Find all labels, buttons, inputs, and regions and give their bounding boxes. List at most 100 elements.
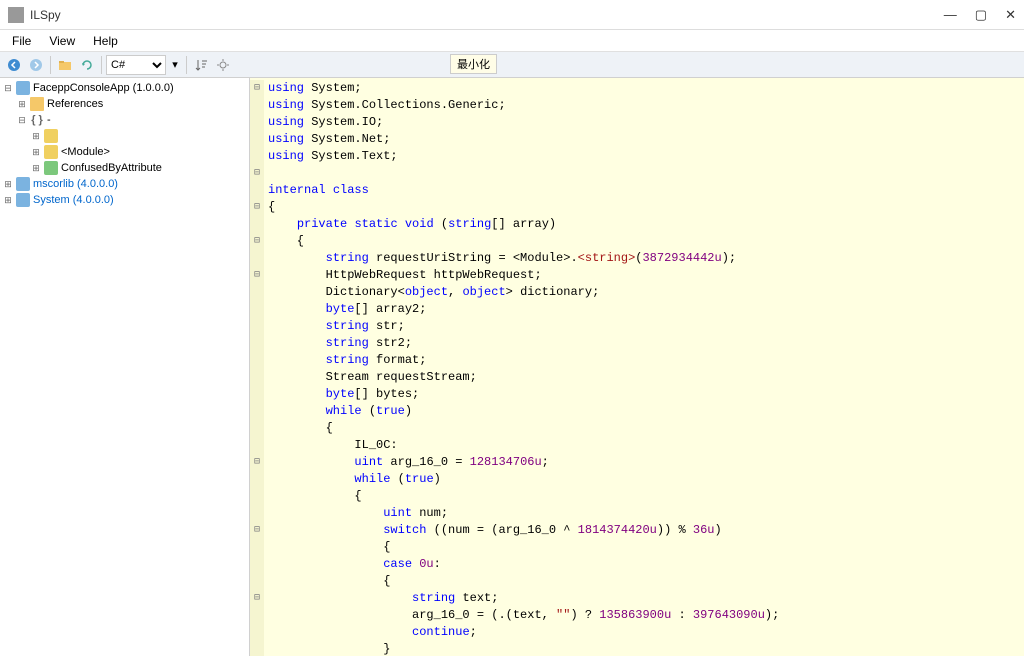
tooltip-minimize: 最小化 [450, 54, 497, 74]
fold-toggle[interactable]: ⊟ [250, 233, 264, 250]
toolbar-separator [50, 56, 51, 74]
fold-toggle [250, 437, 264, 454]
code-line: internal class [264, 182, 1024, 199]
code-line: { [264, 539, 1024, 556]
fold-toggle[interactable]: ⊟ [250, 267, 264, 284]
tree-toggle-icon[interactable]: ⊞ [30, 130, 42, 142]
fold-toggle [250, 114, 264, 131]
code-line: using System.Net; [264, 131, 1024, 148]
menubar: File View Help [0, 30, 1024, 52]
tree-toggle-icon[interactable]: ⊞ [2, 178, 14, 190]
fold-toggle [250, 216, 264, 233]
code-line: { [264, 199, 1024, 216]
toolbar-separator [101, 56, 102, 74]
code-line: string format; [264, 352, 1024, 369]
code-line: using System; [264, 80, 1024, 97]
tree-item-label: - [47, 114, 51, 126]
tree-item-label: FaceppConsoleApp (1.0.0.0) [33, 82, 174, 94]
code-line: string str2; [264, 335, 1024, 352]
menu-view[interactable]: View [41, 32, 83, 50]
tree-item[interactable]: ⊟ FaceppConsoleApp (1.0.0.0) [0, 80, 249, 96]
tree-item-label: <Module> [61, 146, 110, 158]
code-line: Dictionary<object, object> dictionary; [264, 284, 1024, 301]
fold-toggle [250, 335, 264, 352]
tree-item-label: ConfusedByAttribute [61, 162, 162, 174]
forward-button[interactable] [26, 55, 46, 75]
language-select[interactable]: C# [106, 55, 166, 75]
minimize-button[interactable]: — [944, 7, 957, 23]
app-title: ILSpy [30, 8, 944, 22]
tree-item[interactable]: ⊞ <Module> [0, 144, 249, 160]
code-line: string requestUriString = <Module>.<stri… [264, 250, 1024, 267]
code-line: private static void (string[] array) [264, 216, 1024, 233]
code-line: switch ((num = (arg_16_0 ^ 1814374420u))… [264, 522, 1024, 539]
sort-button[interactable] [191, 55, 211, 75]
code-line: while (true) [264, 471, 1024, 488]
fold-toggle[interactable]: ⊟ [250, 454, 264, 471]
greenbox-icon [44, 161, 58, 175]
fold-toggle [250, 488, 264, 505]
code-line: { [264, 488, 1024, 505]
code-line: byte[] bytes; [264, 386, 1024, 403]
menu-file[interactable]: File [4, 32, 39, 50]
code-line: { [264, 573, 1024, 590]
code-line: byte[] array2; [264, 301, 1024, 318]
fold-toggle [250, 318, 264, 335]
fold-toggle[interactable]: ⊟ [250, 522, 264, 539]
toolbar: C# ▾ 最小化 [0, 52, 1024, 78]
titlebar: ILSpy — ▢ ✕ [0, 0, 1024, 30]
code-line [264, 165, 1024, 182]
tree-item[interactable]: ⊞ ConfusedByAttribute [0, 160, 249, 176]
fold-toggle [250, 471, 264, 488]
tree-toggle-icon[interactable]: ⊞ [2, 194, 14, 206]
tree-item[interactable]: ⊞ [0, 128, 249, 144]
fold-toggle [250, 131, 264, 148]
assembly-icon [16, 193, 30, 207]
toolbar-separator [186, 56, 187, 74]
code-view[interactable]: ⊟⊟⊟⊟⊟⊟⊟⊟ using System;using System.Colle… [250, 78, 1024, 656]
code-line: Stream requestStream; [264, 369, 1024, 386]
code-line: uint arg_16_0 = 128134706u; [264, 454, 1024, 471]
tree-item[interactable]: ⊞ System (4.0.0.0) [0, 192, 249, 208]
app-icon [8, 7, 24, 23]
dropdown-icon[interactable]: ▾ [168, 55, 182, 75]
folder-icon [30, 97, 44, 111]
maximize-button[interactable]: ▢ [975, 7, 987, 23]
fold-toggle [250, 182, 264, 199]
fold-toggle [250, 641, 264, 656]
code-line: while (true) [264, 403, 1024, 420]
fold-toggle [250, 420, 264, 437]
tree-toggle-icon[interactable]: ⊞ [30, 162, 42, 174]
tree-toggle-icon[interactable]: ⊟ [2, 82, 14, 94]
code-line: using System.IO; [264, 114, 1024, 131]
fold-toggle [250, 250, 264, 267]
fold-toggle[interactable]: ⊟ [250, 165, 264, 182]
tree-item-label: System (4.0.0.0) [33, 194, 114, 206]
window-controls: — ▢ ✕ [944, 7, 1016, 23]
fold-toggle [250, 403, 264, 420]
open-button[interactable] [55, 55, 75, 75]
tree-toggle-icon[interactable]: ⊞ [16, 98, 28, 110]
code-line: { [264, 233, 1024, 250]
fold-toggle [250, 505, 264, 522]
code-line: uint num; [264, 505, 1024, 522]
tree-toggle-icon[interactable]: ⊞ [30, 146, 42, 158]
tree-item[interactable]: ⊞References [0, 96, 249, 112]
assembly-icon [16, 81, 30, 95]
code-line: string str; [264, 318, 1024, 335]
code-line: HttpWebRequest httpWebRequest; [264, 267, 1024, 284]
back-button[interactable] [4, 55, 24, 75]
tree-item-label: mscorlib (4.0.0.0) [33, 178, 118, 190]
fold-toggle[interactable]: ⊟ [250, 590, 264, 607]
menu-help[interactable]: Help [85, 32, 126, 50]
close-button[interactable]: ✕ [1005, 7, 1016, 23]
tree-toggle-icon[interactable]: ⊟ [16, 114, 28, 126]
assembly-tree[interactable]: ⊟ FaceppConsoleApp (1.0.0.0) ⊞References⊟{… [0, 78, 250, 656]
fold-toggle[interactable]: ⊟ [250, 199, 264, 216]
tree-item[interactable]: ⊟{ }- [0, 112, 249, 128]
refresh-button[interactable] [77, 55, 97, 75]
class-icon [44, 129, 58, 143]
fold-toggle[interactable]: ⊟ [250, 80, 264, 97]
settings-button[interactable] [213, 55, 233, 75]
tree-item[interactable]: ⊞ mscorlib (4.0.0.0) [0, 176, 249, 192]
